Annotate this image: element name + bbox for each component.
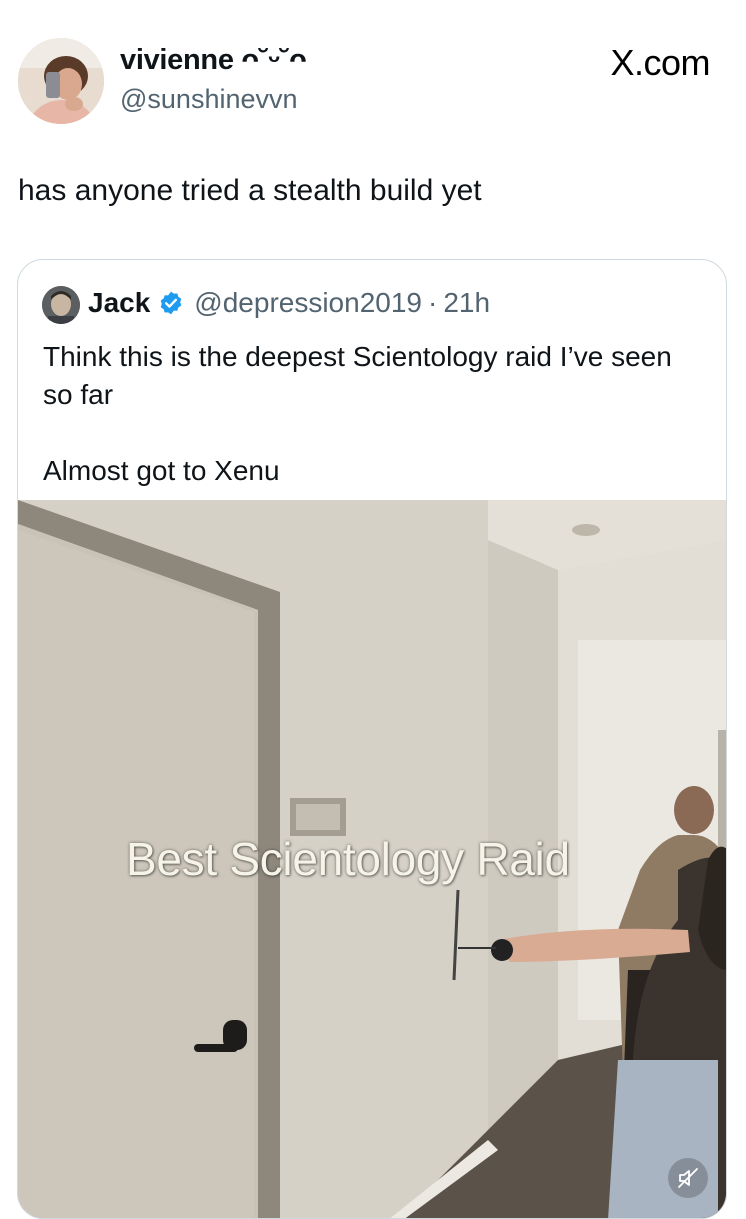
tweet-text: has anyone tried a stealth build yet (18, 174, 482, 207)
quoted-tweet-text-line: Almost got to Xenu (43, 455, 280, 486)
author-display-name[interactable]: vivienne ᴖ˘ᵕ˘ᴖ (120, 44, 307, 77)
verified-badge-icon (158, 290, 184, 316)
mute-button[interactable] (668, 1158, 708, 1198)
quoted-author-name[interactable]: Jack (88, 287, 150, 319)
quoted-tweet-text-line: Think this is the deepest Scientology ra… (43, 341, 672, 410)
quoted-tweet-text: Think this is the deepest Scientology ra… (43, 338, 703, 490)
author-avatar[interactable] (18, 38, 104, 124)
quoted-tweet-card[interactable]: Jack @depression2019 · 21h Think this is… (17, 259, 727, 1219)
quoted-tweet-video[interactable]: Best Scientology Raid (18, 500, 726, 1218)
quoted-tweet-time[interactable]: 21h (443, 287, 490, 319)
speaker-muted-icon (678, 1168, 698, 1188)
quoted-tweet-header: Jack @depression2019 · 21h (88, 287, 490, 319)
quoted-author-handle[interactable]: @depression2019 (194, 287, 422, 319)
video-caption: Best Scientology Raid (126, 833, 570, 885)
author-avatar-image (18, 38, 104, 124)
quoted-author-avatar-image (42, 286, 80, 324)
quoted-author-avatar[interactable] (42, 286, 80, 324)
header-separator: · (428, 287, 438, 318)
author-handle[interactable]: @sunshinevvn (120, 84, 298, 115)
site-logo: X.com (610, 42, 710, 83)
